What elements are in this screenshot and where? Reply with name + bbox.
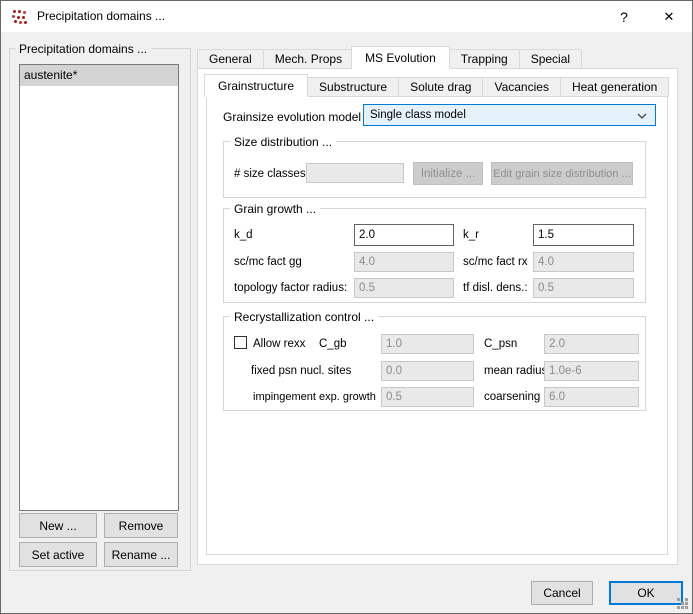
main-tab-bar: General Mech. Props MS Evolution Trappin…	[197, 46, 581, 69]
edit-grain-size-distribution-button: Edit grain size distribution ...	[491, 162, 633, 185]
recrystallization-group-label: Recrystallization control ...	[230, 310, 378, 324]
c-gb-input	[381, 334, 474, 354]
c-psn-label: C_psn	[484, 338, 517, 350]
close-icon[interactable]: ✕	[646, 1, 692, 32]
grainsize-model-value: Single class model	[370, 109, 466, 121]
size-classes-input	[306, 163, 404, 183]
precipitation-domains-dialog: Precipitation domains ... ? ✕ Precipitat…	[0, 0, 693, 614]
title-bar: Precipitation domains ... ? ✕	[1, 1, 692, 32]
chevron-down-icon	[637, 113, 647, 119]
list-item-austenite[interactable]: austenite*	[20, 65, 178, 86]
sub-tab-bar: Grainstructure Substructure Solute drag …	[206, 74, 668, 97]
coarsening-label: coarsening	[484, 391, 540, 403]
grainsize-model-dropdown[interactable]: Single class model	[363, 104, 656, 126]
subtab-substructure[interactable]: Substructure	[307, 77, 399, 97]
subtab-vacancies[interactable]: Vacancies	[482, 77, 560, 97]
tab-general[interactable]: General	[197, 49, 264, 69]
size-distribution-group-label: Size distribution ...	[230, 135, 336, 149]
ok-button[interactable]: OK	[609, 581, 683, 605]
topology-factor-radius-label: topology factor radius:	[234, 282, 347, 294]
grain-growth-group-label: Grain growth ...	[230, 202, 320, 216]
c-psn-input	[544, 334, 639, 354]
tab-trapping[interactable]: Trapping	[449, 49, 520, 69]
fixed-psn-nucl-sites-label: fixed psn nucl. sites	[251, 365, 351, 377]
tab-mech-props[interactable]: Mech. Props	[263, 49, 354, 69]
topology-factor-radius-input	[354, 278, 454, 298]
k-r-label: k_r	[463, 229, 479, 241]
sc-mc-fact-rx-label: sc/mc fact rx	[463, 256, 528, 268]
impingement-exp-growth-input	[381, 387, 474, 407]
new-button[interactable]: New ...	[19, 513, 97, 538]
mean-radius-input	[544, 361, 639, 381]
rename-button[interactable]: Rename ...	[104, 542, 178, 567]
k-d-label: k_d	[234, 229, 253, 241]
mean-radius-label: mean radius	[484, 365, 547, 377]
coarsening-input	[544, 387, 639, 407]
k-r-input[interactable]	[533, 224, 634, 246]
set-active-button[interactable]: Set active	[19, 542, 97, 567]
sc-mc-fact-gg-label: sc/mc fact gg	[234, 256, 302, 268]
allow-rexx-checkbox[interactable]	[234, 336, 247, 349]
app-icon	[12, 9, 28, 25]
subtab-heat-generation[interactable]: Heat generation	[560, 77, 669, 97]
subtab-grainstructure[interactable]: Grainstructure	[204, 74, 308, 97]
tf-disl-dens-input	[533, 278, 634, 298]
precipitation-domains-group-label: Precipitation domains ...	[15, 42, 151, 56]
tf-disl-dens-label: tf disl. dens.:	[463, 282, 528, 294]
initialize-button: Initialize ...	[413, 162, 483, 185]
help-button[interactable]: ?	[602, 1, 646, 32]
resize-grip[interactable]	[677, 598, 690, 611]
impingement-exp-growth-label: impingement exp. growth	[253, 391, 376, 403]
domain-list[interactable]: austenite*	[19, 64, 179, 511]
subtab-solute-drag[interactable]: Solute drag	[398, 77, 483, 97]
fixed-psn-nucl-sites-input	[381, 361, 474, 381]
tab-ms-evolution[interactable]: MS Evolution	[351, 46, 450, 69]
sc-mc-fact-rx-input	[533, 252, 634, 272]
allow-rexx-label: Allow rexx	[253, 338, 305, 350]
tab-special[interactable]: Special	[519, 49, 582, 69]
sc-mc-fact-gg-input	[354, 252, 454, 272]
window-title: Precipitation domains ...	[37, 1, 165, 32]
size-classes-label: # size classes:	[234, 168, 309, 180]
grainsize-model-label: Grainsize evolution model	[223, 110, 361, 124]
remove-button[interactable]: Remove	[104, 513, 178, 538]
c-gb-label: C_gb	[319, 338, 347, 350]
k-d-input[interactable]	[354, 224, 454, 246]
cancel-button[interactable]: Cancel	[531, 581, 593, 605]
